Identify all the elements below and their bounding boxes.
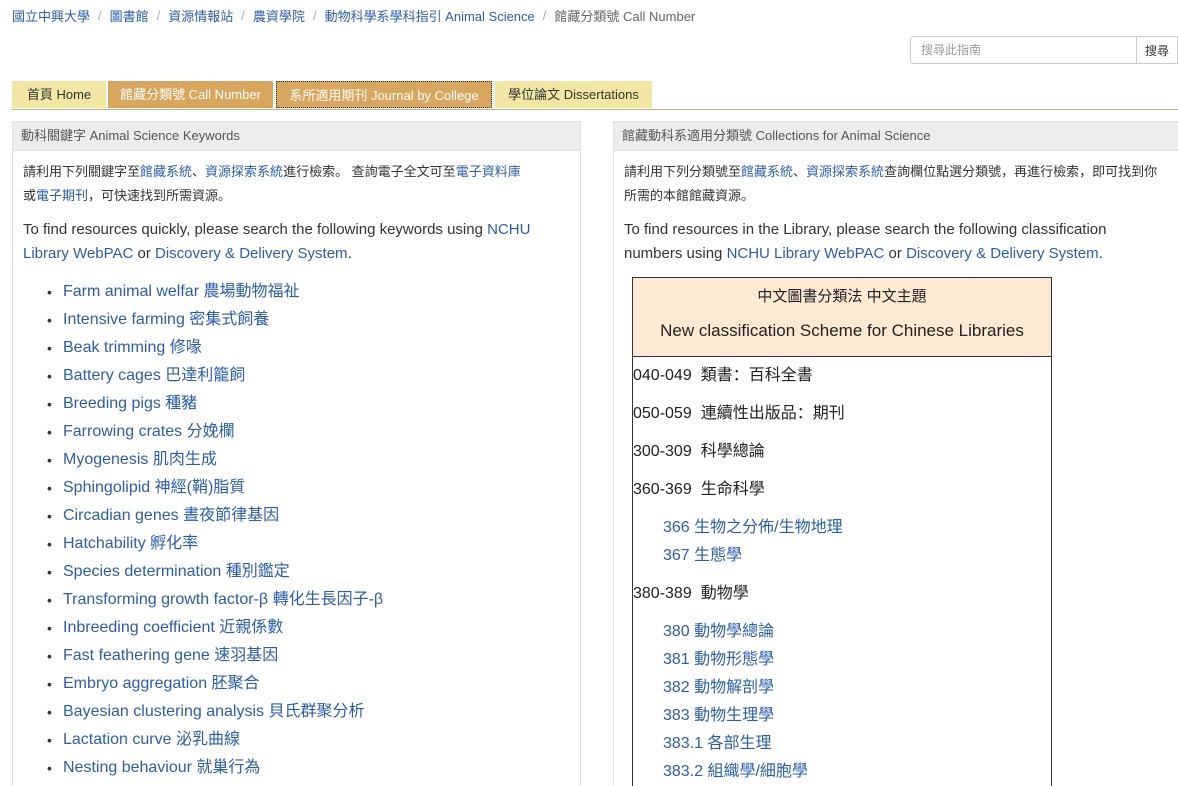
breadcrumb-nchu[interactable]: 國立中興大學 — [12, 6, 90, 25]
discovery-link[interactable]: 資源探索系統 — [205, 164, 283, 179]
class-code: 380-389 — [633, 585, 692, 602]
keyword-list: Farm animal welfar 農場動物福祉 Intensive farm… — [23, 278, 570, 782]
breadcrumb-resources[interactable]: 資源情報站 — [168, 6, 233, 25]
keyword-item[interactable]: Farrowing crates 分娩欄 — [47, 418, 570, 446]
keyword-item[interactable]: Breeding pigs 種豬 — [47, 390, 570, 418]
keyword-item[interactable]: Circadian genes 晝夜節律基因 — [47, 502, 570, 530]
intro-text: or — [884, 245, 907, 262]
collections-panel-title: 館藏動科系適用分類號 Collections for Animal Scienc… — [614, 122, 1178, 151]
keywords-panel-title: 動科關鍵字 Animal Science Keywords — [13, 122, 580, 151]
discovery-link[interactable]: 資源探索系統 — [806, 164, 884, 179]
keyword-item[interactable]: Nesting behaviour 就巢行為 — [47, 754, 570, 782]
tab-journal-by-college[interactable]: 系所適用期刊 Journal by College — [276, 81, 492, 108]
tab-call-number[interactable]: 館藏分類號 Call Number — [108, 81, 273, 108]
breadcrumb-separator: / — [98, 7, 102, 23]
keyword-item[interactable]: Species determination 種別鑑定 — [47, 558, 570, 586]
keyword-item[interactable]: Embryo aggregation 胚聚合 — [47, 670, 570, 698]
keyword-item[interactable]: Beak trimming 修喙 — [47, 334, 570, 362]
classification-table-header: 中文圖書分類法 中文主題 New classification Scheme f… — [633, 278, 1051, 357]
intro-text: 請利用下列關鍵字至 — [23, 164, 141, 179]
classification-row: 050-059 連續性出版品：期刊 — [633, 400, 1051, 438]
subclass-link[interactable]: 383.1 各部生理 — [633, 730, 1051, 758]
class-code: 040-049 — [633, 367, 692, 384]
subclass-link[interactable]: 381 動物形態學 — [633, 646, 1051, 674]
keyword-item[interactable]: Fast feathering gene 速羽基因 — [47, 642, 570, 670]
webpac-link[interactable]: 館藏系統 — [140, 164, 192, 179]
intro-text: or — [133, 245, 156, 262]
classification-row: 360-369 生命科學 — [633, 476, 1051, 514]
breadcrumb-separator: / — [542, 7, 547, 23]
classification-row: 300-309 科學總論 — [633, 438, 1051, 476]
collections-intro-en: To find resources in the Library, please… — [624, 218, 1168, 266]
breadcrumb-college[interactable]: 農資學院 — [253, 6, 305, 25]
class-name: 連續性出版品：期刊 — [700, 405, 845, 422]
keyword-item[interactable]: Inbreeding coefficient 近親係數 — [47, 614, 570, 642]
subclass-link[interactable]: 380 動物學總論 — [633, 618, 1051, 646]
keyword-item[interactable]: Myogenesis 肌肉生成 — [47, 446, 570, 474]
keywords-intro-zh: 請利用下列關鍵字至館藏系統、資源探索系統進行檢索。 查詢電子全文可至電子資料庫或… — [23, 160, 570, 208]
intro-text: 、 — [192, 164, 206, 179]
keyword-item[interactable]: Transforming growth factor-β 轉化生長因子-β — [47, 586, 570, 614]
nchu-webpac-link[interactable]: NCHU Library WebPAC — [727, 245, 885, 262]
class-name: 科學總論 — [700, 443, 765, 460]
breadcrumb: 國立中興大學 / 圖書館 / 資源情報站 / 農資學院 / 動物科學系學科指引 … — [12, 6, 695, 24]
keyword-item[interactable]: Hatchability 孵化率 — [47, 530, 570, 558]
guide-tabs: 首頁 Home 館藏分類號 Call Number 系所適用期刊 Journal… — [12, 81, 1178, 110]
intro-text: . — [347, 245, 352, 262]
search-button[interactable]: 搜尋 — [1136, 36, 1178, 64]
breadcrumb-current: 館藏分類號 Call Number — [554, 8, 696, 24]
class-code: 300-309 — [633, 443, 692, 460]
class-name: 動物學 — [700, 585, 749, 602]
intro-text: . — [1098, 245, 1103, 262]
search-box: 搜尋 — [910, 36, 1178, 64]
intro-text: 請利用下列分類號至 — [624, 164, 742, 179]
breadcrumb-separator: / — [312, 7, 317, 23]
collections-intro-zh: 請利用下列分類號至館藏系統、資源探索系統查詢欄位點選分類號，再進行檢索，即可找到… — [624, 160, 1168, 208]
tab-dissertations[interactable]: 學位論文 Dissertations — [495, 81, 652, 108]
keyword-item[interactable]: Sphingolipid 神經(鞘)脂質 — [47, 474, 570, 502]
table-header-en: New classification Scheme for Chinese Li… — [660, 321, 1024, 340]
keyword-item[interactable]: Intensive farming 密集式飼養 — [47, 306, 570, 334]
breadcrumb-animal-science[interactable]: 動物科學系學科指引 Animal Science — [325, 6, 535, 25]
subclass-link[interactable]: 383.2 組織學/細胞學 — [633, 758, 1051, 786]
discovery-delivery-link[interactable]: Discovery & Delivery System — [155, 245, 348, 262]
tab-home[interactable]: 首頁 Home — [12, 81, 106, 108]
breadcrumb-separator: / — [241, 7, 245, 23]
subclass-link[interactable]: 382 動物解剖學 — [633, 674, 1051, 702]
discovery-delivery-link[interactable]: Discovery & Delivery System — [906, 245, 1099, 262]
keyword-item[interactable]: Farm animal welfar 農場動物福祉 — [47, 278, 570, 306]
class-name: 生命科學 — [700, 481, 765, 498]
classification-row: 380-389 動物學 — [633, 580, 1051, 618]
search-input[interactable] — [910, 36, 1136, 64]
webpac-link[interactable]: 館藏系統 — [741, 164, 793, 179]
intro-text: To find resources quickly, please search… — [23, 221, 488, 238]
class-code: 050-059 — [633, 405, 692, 422]
breadcrumb-library[interactable]: 圖書館 — [110, 6, 149, 25]
e-journal-link[interactable]: 電子期刊 — [36, 188, 88, 203]
class-code: 360-369 — [633, 481, 692, 498]
e-database-link[interactable]: 電子資料庫 — [456, 164, 521, 179]
classification-table-body: 040-049 類書：百科全書 050-059 連續性出版品：期刊 300-309 科… — [633, 362, 1051, 786]
keywords-panel: 動科關鍵字 Animal Science Keywords 請利用下列關鍵字至館… — [12, 121, 581, 786]
keywords-intro-en: To find resources quickly, please search… — [23, 218, 570, 266]
breadcrumb-separator: / — [156, 7, 161, 23]
keyword-item[interactable]: Lactation curve 泌乳曲線 — [47, 726, 570, 754]
classification-row: 040-049 類書：百科全書 — [633, 362, 1051, 400]
class-name: 類書：百科全書 — [700, 367, 813, 384]
keyword-item[interactable]: Bayesian clustering analysis 貝氏群聚分析 — [47, 698, 570, 726]
keyword-item[interactable]: Battery cages 巴達利籠飼 — [47, 362, 570, 390]
classification-table: 中文圖書分類法 中文主題 New classification Scheme f… — [632, 277, 1052, 786]
table-header-zh: 中文圖書分類法 中文主題 — [757, 288, 927, 305]
subclass-link[interactable]: 383 動物生理學 — [633, 702, 1051, 730]
subclass-link[interactable]: 367 生態學 — [633, 542, 1051, 570]
intro-text: ，可快速找到所需資源。 — [88, 188, 232, 203]
subclass-link[interactable]: 366 生物之分佈/生物地理 — [633, 514, 1051, 542]
intro-text: 或 — [23, 188, 37, 203]
intro-text: 、 — [793, 164, 807, 179]
collections-panel: 館藏動科系適用分類號 Collections for Animal Scienc… — [613, 121, 1178, 786]
intro-text: 進行檢索。 查詢電子全文可至 — [283, 164, 456, 179]
